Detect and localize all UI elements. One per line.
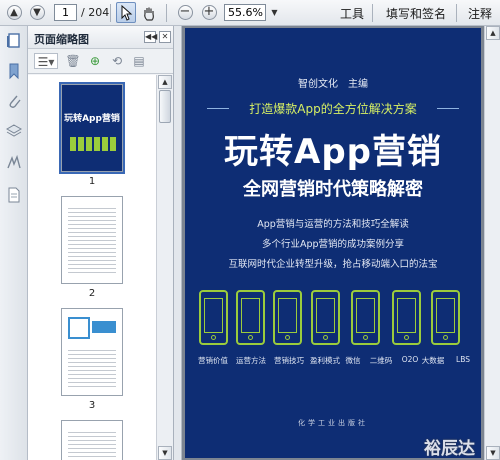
document-icon[interactable]: [5, 186, 23, 204]
zoom-in-button[interactable]: +: [199, 3, 219, 22]
cover-subtitle: 全网营销时代策略解密: [243, 179, 423, 200]
thumbnail-list[interactable]: 玩转App营销 1 2 3: [28, 75, 156, 460]
cover-point-2: 多个行业App营销的成功案例分享: [261, 239, 405, 250]
phone-screen: [241, 298, 260, 333]
phone-home-button: [285, 335, 290, 340]
page-thumbnails-icon[interactable]: [5, 32, 23, 50]
arrow-up-icon: ▲: [6, 5, 22, 20]
options-menu-button[interactable]: ☰▾: [34, 53, 58, 69]
delete-page-icon[interactable]: 🗑: [64, 53, 82, 69]
select-tool-button[interactable]: [116, 2, 136, 23]
insert-page-icon[interactable]: ⊕: [86, 53, 104, 69]
cursor-icon: [121, 4, 133, 21]
scrollbar-thumb[interactable]: [159, 90, 171, 123]
phone-icon: [311, 290, 340, 345]
phone-icon: [431, 290, 460, 345]
phone-icon: [236, 290, 265, 345]
panel-toolbar: ☰▾ 🗑 ⊕ ⟲ ▤: [28, 49, 173, 74]
scroll-down-arrow[interactable]: ▼: [158, 446, 172, 460]
thumbnail-page-1[interactable]: 玩转App营销: [59, 82, 125, 174]
cover-point-1: App营销与运营的方法和技巧全解读: [257, 219, 409, 230]
arrow-down-icon: ▼: [29, 5, 45, 20]
scroll-up-arrow[interactable]: ▲: [486, 26, 500, 40]
phone-home-button: [248, 335, 253, 340]
phone-screen: [278, 298, 297, 333]
layers-icon[interactable]: [5, 122, 23, 140]
minus-icon: −: [177, 5, 193, 20]
thumbnail-number: 3: [88, 400, 96, 411]
thumbnail-page-3[interactable]: [61, 308, 123, 396]
thumbnail-icon-row: [70, 137, 116, 151]
phone-home-button: [363, 335, 368, 340]
zoom-out-button[interactable]: −: [175, 3, 195, 22]
thumbnail-page-4[interactable]: [61, 420, 123, 460]
scroll-down-arrow[interactable]: ▼: [486, 446, 500, 460]
zoom-level-field[interactable]: 55.6%: [224, 4, 266, 21]
panel-splitter[interactable]: [174, 26, 182, 460]
collapse-panel-button[interactable]: ◀◀: [144, 31, 157, 43]
watermark-text: 裕辰达: [424, 439, 475, 459]
phone-home-button: [443, 335, 448, 340]
properties-icon[interactable]: ▤: [130, 53, 148, 69]
hand-icon: [144, 7, 154, 21]
toolbar-divider: [110, 4, 111, 22]
document-view[interactable]: 智创文化 主编 打造爆款App的全方位解决方案 玩转App营销 全网营销时代策略…: [182, 26, 484, 460]
thumbnail-text-lines: [68, 205, 116, 275]
toolbar-divider: [166, 4, 167, 22]
panel-title: 页面缩略图: [34, 33, 89, 46]
thumbnail-text-lines: [68, 347, 116, 387]
phone-screen: [316, 298, 335, 333]
cover-title: 玩转App营销: [224, 132, 442, 172]
thumbnail-panel: 页面缩略图 ◀◀ ✕ ☰▾ 🗑 ⊕ ⟲ ▤ 玩转App营销 1 2 3 ▲ ▼: [28, 26, 174, 460]
toolbar-divider: [372, 4, 373, 22]
page-number-input[interactable]: 1: [54, 4, 77, 21]
phone-icon: [351, 290, 380, 345]
slogan-line-right: [437, 108, 459, 109]
thumbnail-number: 2: [88, 288, 96, 299]
phone-icon: [199, 290, 228, 345]
plus-icon: +: [201, 5, 217, 20]
phone-screen: [204, 298, 223, 333]
toolbar-divider: [456, 4, 457, 22]
cover-author: 智创文化 主编: [298, 79, 368, 90]
document-scrollbar[interactable]: ▲ ▼: [484, 26, 500, 460]
phone-screen: [436, 298, 455, 333]
fill-sign-menu[interactable]: 填写和签名: [386, 5, 446, 22]
next-page-button[interactable]: ▼: [27, 3, 47, 22]
thumbnail-number: 1: [88, 176, 96, 187]
tools-menu[interactable]: 工具: [340, 5, 364, 22]
bookmark-icon[interactable]: [5, 62, 23, 80]
hand-tool-button[interactable]: [139, 3, 159, 22]
scroll-up-arrow[interactable]: ▲: [158, 75, 172, 89]
phone-home-button: [323, 335, 328, 340]
thumbnail-cover-title: 玩转App营销: [64, 114, 120, 124]
comment-menu[interactable]: 注释: [468, 5, 492, 22]
rotate-page-icon[interactable]: ⟲: [108, 53, 126, 69]
thumbnail-page-2[interactable]: [61, 196, 123, 284]
zoom-dropdown-arrow[interactable]: ▼: [268, 4, 281, 21]
phone-screen: [397, 298, 416, 333]
thumbnail-diagram: [68, 317, 90, 339]
cover-publisher: 化学工业出版社: [298, 419, 368, 427]
close-panel-button[interactable]: ✕: [159, 31, 171, 43]
toolbar: ▲ ▼ 1 / 204 − + 55.6% ▼ 工具 填写和签名 注释: [0, 0, 500, 26]
book-cover-page: 智创文化 主编 打造爆款App的全方位解决方案 玩转App营销 全网营销时代策略…: [185, 28, 481, 458]
navigation-icon-bar: [0, 26, 28, 460]
thumbnail-text-lines: [68, 429, 116, 460]
phone-icon: [392, 290, 421, 345]
thumbnail-scrollbar[interactable]: ▲ ▼: [156, 75, 173, 460]
panel-header: 页面缩略图 ◀◀ ✕: [28, 26, 173, 49]
phone-home-button: [404, 335, 409, 340]
phone-icon-label: LBS: [456, 355, 470, 364]
thumbnail-diagram-bar: [92, 321, 116, 333]
phone-home-button: [211, 335, 216, 340]
phone-screen: [356, 298, 375, 333]
previous-page-button[interactable]: ▲: [4, 3, 24, 22]
cover-point-3: 互联网时代企业转型升级，抢占移动端入口的法宝: [228, 259, 438, 270]
phone-icon: [273, 290, 302, 345]
signature-icon[interactable]: [5, 154, 23, 172]
page-total: / 204: [81, 6, 110, 19]
attachment-icon[interactable]: [5, 92, 23, 110]
